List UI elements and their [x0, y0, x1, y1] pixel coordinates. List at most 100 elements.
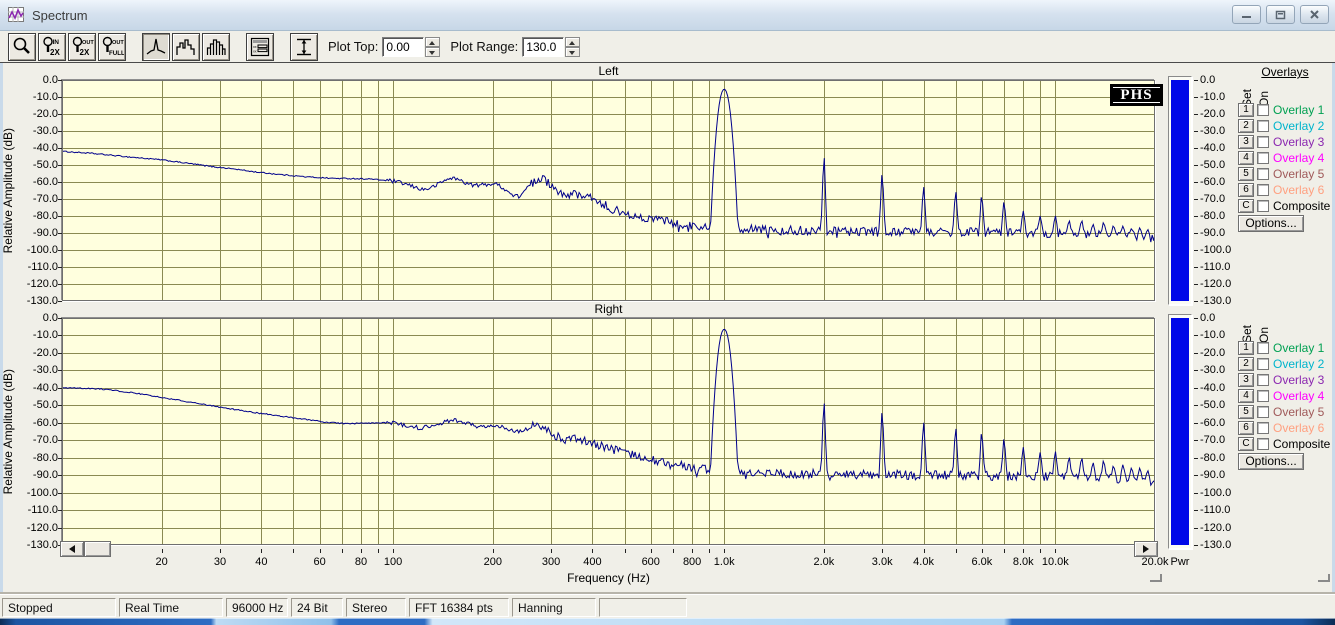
overlay-on-checkbox-1-left[interactable] — [1257, 104, 1269, 116]
y-tick-label: -130.0 — [16, 539, 58, 551]
display-settings-button[interactable]: xx xx — [246, 33, 274, 61]
y-tick-mark — [58, 267, 62, 268]
y-tick-label: -20.0 — [16, 347, 58, 359]
plot-range-input[interactable] — [522, 37, 564, 57]
x-tick-mark — [824, 549, 825, 553]
x-tick-mark — [393, 549, 394, 553]
x-tick-mark — [982, 549, 983, 553]
x-tick-mark — [220, 549, 221, 553]
overlay-on-checkbox-c-left[interactable] — [1257, 200, 1269, 212]
overlay-on-checkbox-2-left[interactable] — [1257, 120, 1269, 132]
overlay-on-checkbox-3-left[interactable] — [1257, 136, 1269, 148]
meter-tick-mark — [1194, 216, 1198, 217]
y-tick-mark — [58, 114, 62, 115]
bar-spectrum-mode-button[interactable] — [202, 33, 230, 61]
y-tick-label: -50.0 — [16, 159, 58, 171]
overlay-on-checkbox-1-right[interactable] — [1257, 342, 1269, 354]
resize-grip[interactable] — [1318, 574, 1330, 582]
right-arrow-icon — [1143, 545, 1149, 553]
overlay-on-checkbox-6-right[interactable] — [1257, 422, 1269, 434]
overlay-set-button-4-left[interactable]: 4 — [1238, 151, 1254, 165]
meter-tick-label: -120.0 — [1200, 522, 1238, 534]
overlay-set-button-3-right[interactable]: 3 — [1238, 373, 1254, 387]
meter-tick-label: 0.0 — [1200, 74, 1238, 86]
zoom-out-full-button[interactable]: OUT FULL — [98, 33, 126, 61]
overlay-set-button-4-right[interactable]: 4 — [1238, 389, 1254, 403]
status-cell-24-bit: 24 Bit — [291, 598, 343, 617]
overlay-on-checkbox-6-left[interactable] — [1257, 184, 1269, 196]
meter-tick-label: -60.0 — [1200, 417, 1238, 429]
overlay-set-button-3-left[interactable]: 3 — [1238, 135, 1254, 149]
zoom-out-2x-button[interactable]: OUT 2X — [68, 33, 96, 61]
overlay-on-checkbox-c-right[interactable] — [1257, 438, 1269, 450]
overlay-set-button-6-left[interactable]: 6 — [1238, 183, 1254, 197]
meter-tick-mark — [1194, 80, 1198, 81]
overlay-set-button-2-left[interactable]: 2 — [1238, 119, 1254, 133]
window-title: Spectrum — [32, 8, 88, 23]
overlays-heading: Overlays — [1238, 65, 1332, 79]
overlay-on-checkbox-5-left[interactable] — [1257, 168, 1269, 180]
overlay-options-button-left[interactable]: Options... — [1238, 215, 1304, 232]
app-icon — [8, 7, 25, 23]
y-tick-label: -110.0 — [16, 261, 58, 273]
overlay-on-checkbox-2-right[interactable] — [1257, 358, 1269, 370]
meter-tick-mark — [1194, 318, 1198, 319]
meter-tick-mark — [1194, 233, 1198, 234]
x-tick-mark — [361, 549, 362, 553]
y-tick-label: -20.0 — [16, 108, 58, 120]
overlay-set-button-c-left[interactable]: C — [1238, 199, 1254, 213]
overlay-set-button-6-right[interactable]: 6 — [1238, 421, 1254, 435]
scroll-left-button[interactable] — [60, 541, 84, 557]
zoom-tool-button[interactable] — [8, 33, 36, 61]
meter-tick-mark — [1194, 423, 1198, 424]
plot-range-spinner[interactable] — [565, 37, 580, 57]
toolbar: IN 2X OUT 2X OUT FULL — [0, 31, 1335, 63]
line-spectrum-mode-button[interactable] — [142, 33, 170, 61]
meter-tick-label: -90.0 — [1200, 227, 1238, 239]
meter-tick-mark — [1194, 458, 1198, 459]
overlay-on-checkbox-4-right[interactable] — [1257, 390, 1269, 402]
plot-top-spinner[interactable] — [425, 37, 440, 57]
overlay-set-button-c-right[interactable]: C — [1238, 437, 1254, 451]
overlay-on-checkbox-5-right[interactable] — [1257, 406, 1269, 418]
y-tick-label: -110.0 — [16, 504, 58, 516]
meter-tick-label: -80.0 — [1200, 210, 1238, 222]
y-tick-mark — [58, 250, 62, 251]
y-tick-label: -40.0 — [16, 142, 58, 154]
resize-grip[interactable] — [1150, 574, 1162, 582]
overlay-set-button-2-right[interactable]: 2 — [1238, 357, 1254, 371]
power-meter-bar — [1171, 80, 1189, 301]
meter-tick-mark — [1194, 148, 1198, 149]
overlay-on-checkbox-3-right[interactable] — [1257, 374, 1269, 386]
x-tick-mark — [342, 549, 343, 553]
y-tick-mark — [58, 370, 62, 371]
on-column-label: On — [1257, 319, 1271, 343]
plot-top-input[interactable] — [382, 37, 424, 57]
step-spectrum-mode-button[interactable] — [172, 33, 200, 61]
x-axis-title: Frequency (Hz) — [62, 571, 1155, 585]
scroll-right-button[interactable] — [1134, 541, 1158, 557]
close-button[interactable] — [1300, 5, 1329, 24]
y-tick-mark — [58, 80, 62, 81]
overlay-set-button-5-left[interactable]: 5 — [1238, 167, 1254, 181]
meter-tick-mark — [1194, 493, 1198, 494]
scroll-thumb-box[interactable] — [84, 541, 111, 557]
svg-text:FULL: FULL — [109, 50, 124, 57]
pwr-meter-label: Pwr — [1160, 556, 1200, 568]
meter-tick-mark — [1194, 335, 1198, 336]
overlay-options-button-right[interactable]: Options... — [1238, 453, 1304, 470]
overlay-set-button-1-right[interactable]: 1 — [1238, 341, 1254, 355]
meter-tick-mark — [1194, 114, 1198, 115]
plot-range-tool-button[interactable] — [290, 33, 318, 61]
overlay-label-c-left: Composite — [1273, 199, 1330, 213]
x-tick-mark — [692, 549, 693, 553]
minimize-button[interactable] — [1232, 5, 1261, 24]
overlay-set-button-1-left[interactable]: 1 — [1238, 103, 1254, 117]
meter-tick-label: -20.0 — [1200, 347, 1238, 359]
zoom-in-2x-button[interactable]: IN 2X — [38, 33, 66, 61]
restore-button[interactable] — [1266, 5, 1295, 24]
meter-tick-label: -110.0 — [1200, 261, 1238, 273]
overlay-on-checkbox-4-left[interactable] — [1257, 152, 1269, 164]
meter-tick-label: -40.0 — [1200, 142, 1238, 154]
overlay-set-button-5-right[interactable]: 5 — [1238, 405, 1254, 419]
